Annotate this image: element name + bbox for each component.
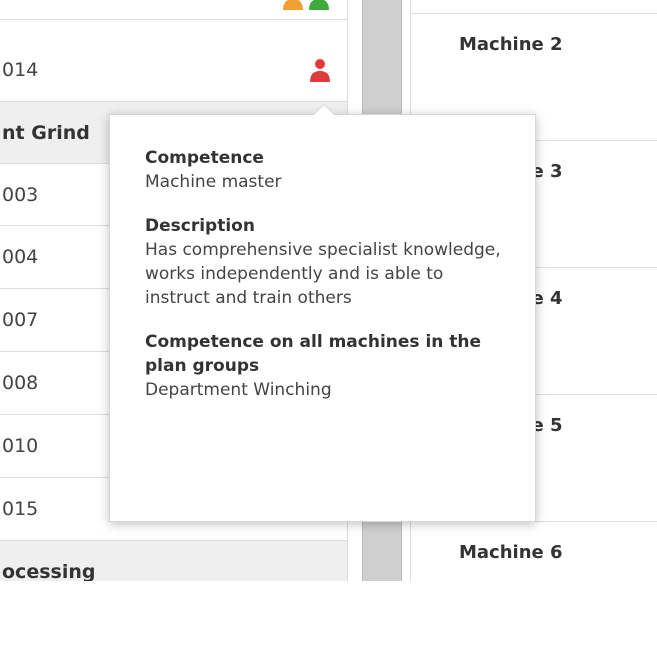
employee-number: 014 — [2, 59, 39, 81]
group-name: ocessing — [2, 561, 96, 581]
list-item[interactable]: 15 — [0, 0, 347, 20]
group-name: nt Grind — [2, 122, 90, 144]
employee-number: 003 — [2, 184, 39, 206]
user-red-icon[interactable] — [309, 58, 331, 84]
user-green-icon[interactable] — [308, 0, 330, 12]
employee-number: 008 — [2, 372, 39, 394]
machine-row-6[interactable]: Machine 6 — [411, 521, 657, 648]
scope-heading: Competence on all machines in the plan g… — [145, 332, 482, 376]
description-heading: Description — [145, 216, 255, 236]
description-value: Has comprehensive specialist knowledge, … — [145, 240, 501, 308]
list-item[interactable]: 014 — [0, 40, 347, 102]
employee-number: 004 — [2, 246, 39, 268]
employee-number: 010 — [2, 435, 39, 457]
machine-label: Machine 6 — [459, 542, 563, 563]
description-section: Description Has comprehensive specialist… — [145, 214, 505, 310]
machine-label: Machine 2 — [459, 34, 563, 55]
competence-section: Competence Machine master — [145, 146, 505, 194]
scope-value: Department Winching — [145, 380, 332, 400]
group-header[interactable]: ocessing — [0, 541, 347, 581]
user-orange-icon[interactable] — [282, 0, 304, 12]
employee-number: 015 — [2, 498, 39, 520]
employee-number: 007 — [2, 309, 39, 331]
competence-value: Machine master — [145, 172, 282, 192]
competence-tooltip: Competence Machine master Description Ha… — [109, 104, 536, 522]
employee-number: 15 — [2, 0, 26, 4]
scope-section: Competence on all machines in the plan g… — [145, 330, 505, 402]
tooltip-content: Competence Machine master Description Ha… — [145, 146, 505, 422]
competence-heading: Competence — [145, 148, 264, 168]
